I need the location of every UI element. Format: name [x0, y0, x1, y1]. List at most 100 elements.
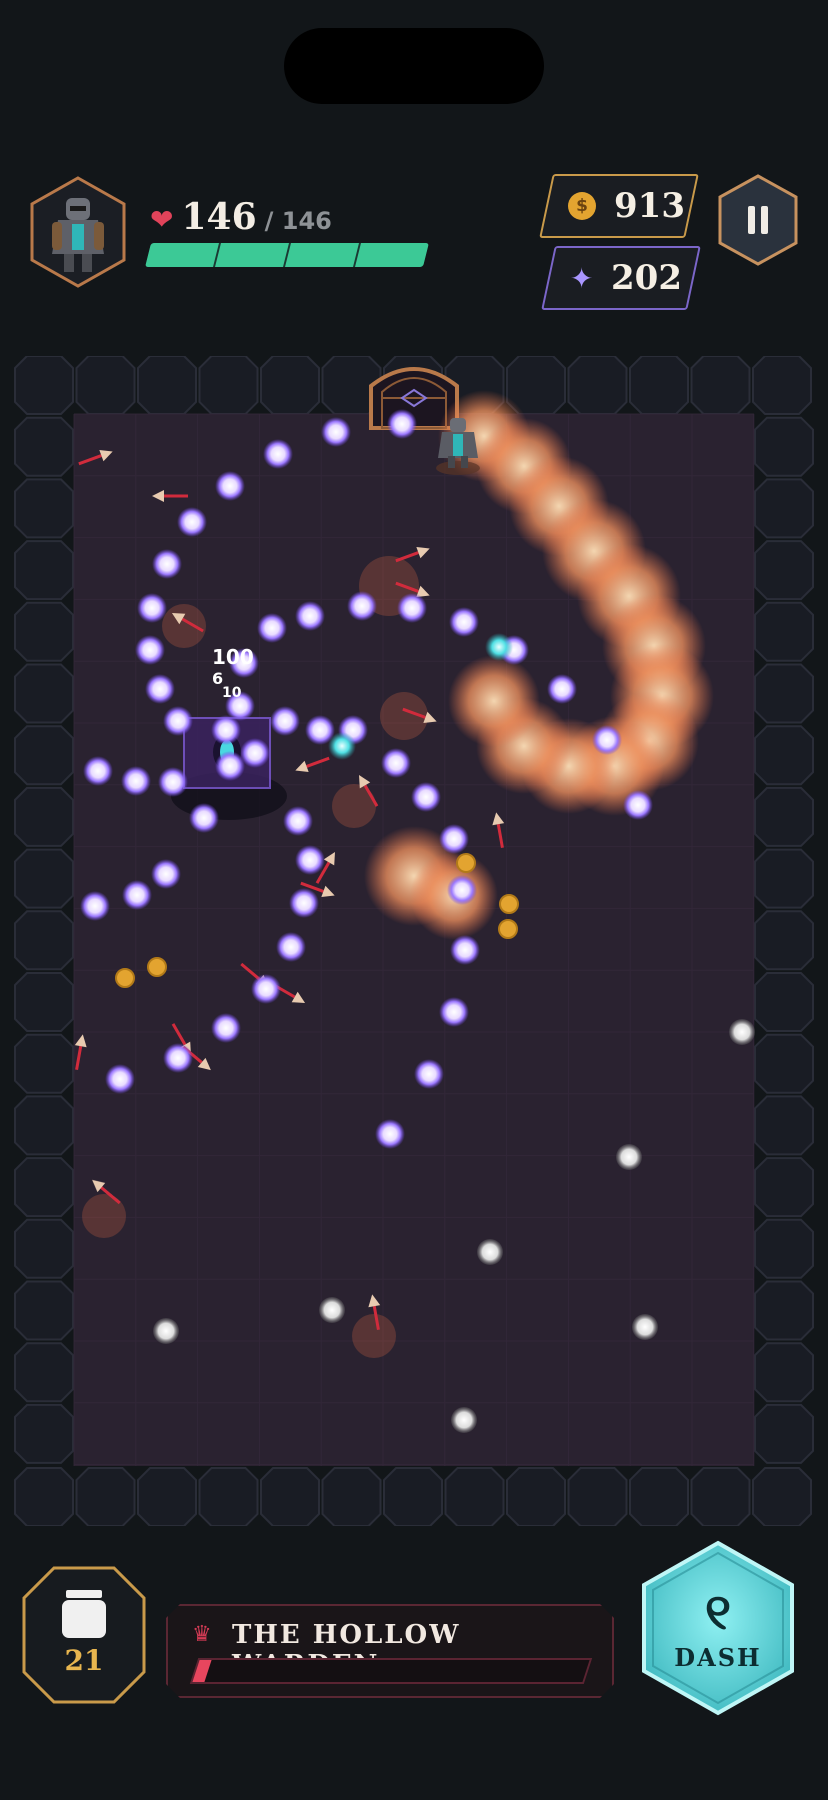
- wall-tile: [754, 1095, 814, 1156]
- purple-orb: [381, 748, 411, 778]
- wall-tile: [754, 663, 814, 724]
- purple-orb: [295, 845, 325, 875]
- damage-number: 100: [212, 645, 254, 669]
- pause-button[interactable]: [716, 174, 800, 266]
- purple-orb: [375, 1119, 405, 1149]
- wall-tile: [383, 1467, 443, 1526]
- purple-orb: [163, 706, 193, 736]
- wall-tile: [14, 848, 74, 909]
- purple-orb: [251, 974, 281, 1004]
- coin-icon: $: [568, 192, 596, 220]
- swirl-icon: ୧: [704, 1582, 732, 1641]
- wall-tile: [754, 1403, 814, 1464]
- purple-orb: [276, 932, 306, 962]
- purple-orb: [295, 601, 325, 631]
- inventory-button[interactable]: [22, 1566, 146, 1704]
- wall-tile: [754, 1157, 814, 1218]
- hp-current: 146: [181, 196, 257, 238]
- purple-orb: [289, 888, 319, 918]
- hp-bar: [145, 243, 429, 267]
- boss-health-panel: ♛ THE HOLLOW WARDEN: [166, 1604, 614, 1698]
- heart-icon: ❤: [150, 203, 174, 236]
- wall-tile: [14, 1342, 74, 1403]
- wall-tile: [14, 1403, 74, 1464]
- wall-tile: [754, 540, 814, 601]
- purple-orb: [135, 635, 165, 665]
- purple-orb: [283, 806, 313, 836]
- wall-tile: [754, 725, 814, 786]
- wall-tile: [506, 1467, 566, 1526]
- purple-orb: [321, 417, 351, 447]
- wall-tile: [629, 1467, 689, 1526]
- wall-tile: [690, 356, 751, 415]
- purple-orb: [439, 997, 469, 1027]
- wall-tile: [567, 1467, 628, 1526]
- wall-tile: [14, 540, 74, 601]
- purple-orb: [592, 725, 622, 755]
- wall-tile: [14, 601, 74, 662]
- purple-orb: [215, 751, 245, 781]
- gold-coin: [499, 894, 519, 914]
- purple-orb: [450, 935, 480, 965]
- wall-tile: [198, 356, 259, 415]
- purple-orb: [270, 706, 300, 736]
- wall-tile: [567, 356, 628, 415]
- wall-tile: [754, 601, 814, 662]
- wall-tile: [198, 1467, 259, 1526]
- sparkle-icon: ✦: [570, 261, 594, 295]
- wall-tile: [14, 786, 74, 847]
- purple-orb: [447, 875, 477, 905]
- hp-max: / 146: [264, 207, 332, 235]
- white-orb: [632, 1314, 658, 1340]
- purple-orb: [211, 1013, 241, 1043]
- purple-orb: [158, 767, 188, 797]
- device-notch: [284, 28, 544, 104]
- hp-bar-segment: [285, 243, 359, 267]
- gem-value: 202: [611, 258, 683, 298]
- purple-orb: [80, 891, 110, 921]
- gold-counter: $ 913: [539, 174, 699, 238]
- wall-tile: [14, 1280, 74, 1341]
- wall-tile: [14, 725, 74, 786]
- damage-number: 10: [222, 685, 242, 701]
- dungeon-arena[interactable]: 100 6 10: [14, 356, 814, 1526]
- purple-orb: [411, 782, 441, 812]
- wall-tile: [754, 1218, 814, 1279]
- wall-tile: [690, 1467, 751, 1526]
- wall-tile: [14, 478, 74, 539]
- wall-tile: [14, 1157, 74, 1218]
- purple-orb: [145, 674, 175, 704]
- purple-orb: [414, 1059, 444, 1089]
- wall-tile: [629, 356, 689, 415]
- wall-tile: [754, 910, 814, 971]
- hp-bar-segment: [215, 243, 289, 267]
- white-orb: [729, 1019, 755, 1045]
- purple-orb: [347, 591, 377, 621]
- wall-tile: [444, 1467, 505, 1526]
- jar-icon: [62, 1590, 106, 1638]
- purple-orb: [189, 803, 219, 833]
- dash-label: DASH: [674, 1643, 762, 1672]
- wall-tile: [752, 1467, 812, 1526]
- purple-orb: [83, 756, 113, 786]
- purple-orb: [257, 613, 287, 643]
- white-orb: [477, 1239, 503, 1265]
- hp-bar-segment: [145, 243, 219, 267]
- purple-orb: [121, 766, 151, 796]
- wall-tile: [14, 663, 74, 724]
- purple-orb: [623, 790, 653, 820]
- gold-coin: [147, 957, 167, 977]
- purple-orb: [122, 880, 152, 910]
- purple-orb: [397, 593, 427, 623]
- hp-bar-segment: [355, 243, 429, 267]
- wall-tile: [754, 848, 814, 909]
- wall-tile: [75, 356, 136, 415]
- boss-health-bar: [189, 1658, 593, 1684]
- player-portrait[interactable]: [28, 176, 128, 288]
- wall-tile: [14, 356, 74, 415]
- purple-orb: [547, 674, 577, 704]
- wall-tile: [14, 910, 74, 971]
- wall-tile: [754, 1342, 814, 1403]
- purple-orb: [163, 1043, 193, 1073]
- wall-tile: [137, 1467, 197, 1526]
